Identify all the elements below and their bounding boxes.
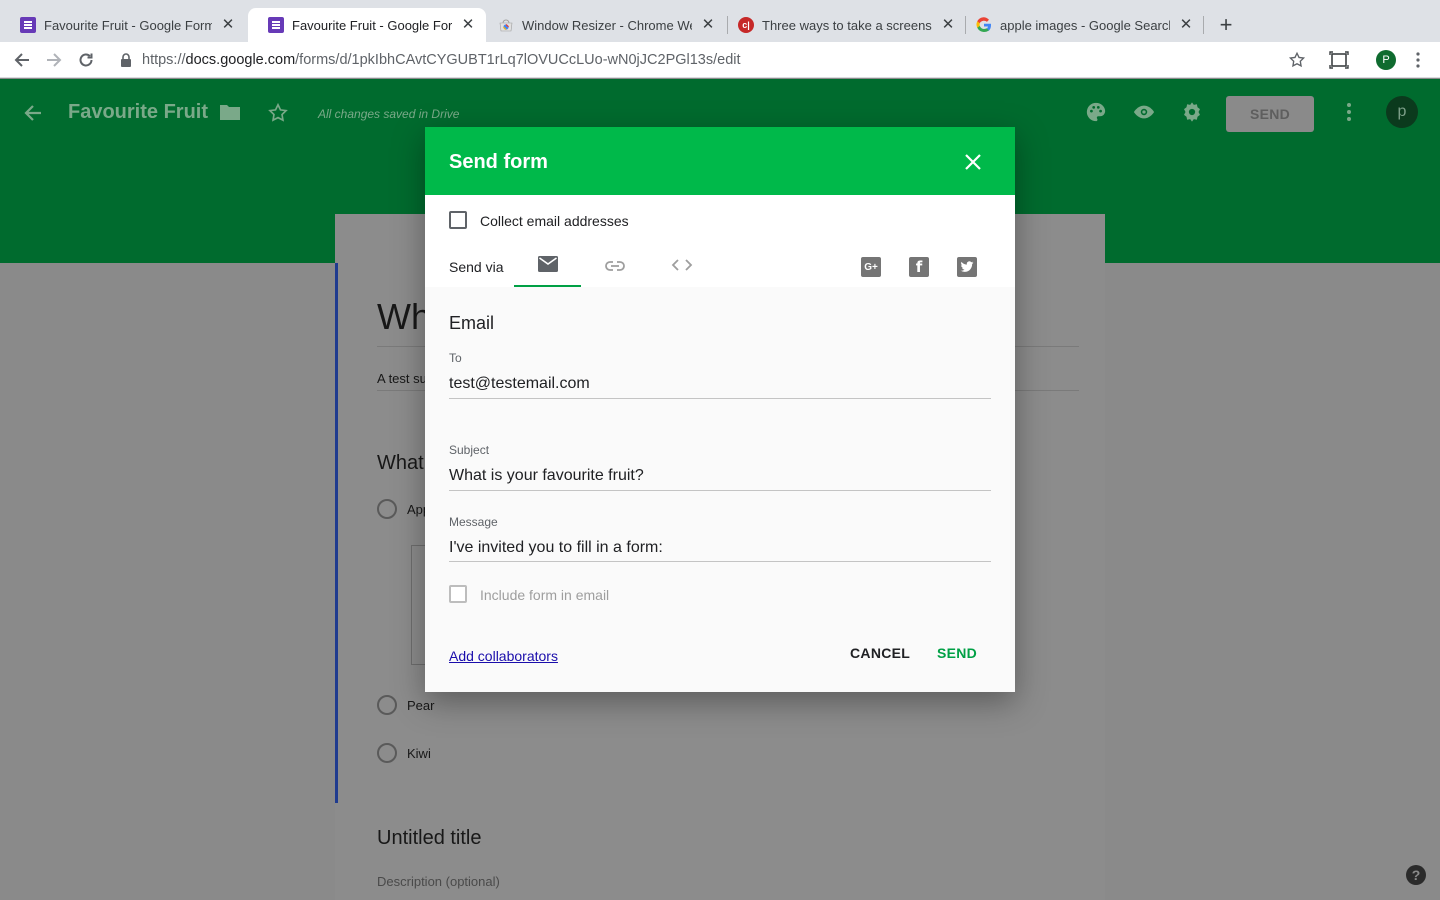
radio-option[interactable] bbox=[377, 743, 397, 763]
close-tab-icon[interactable]: ✕ bbox=[700, 17, 716, 33]
form-title-partial[interactable]: Wh bbox=[377, 296, 431, 338]
forward-arrow-icon[interactable] bbox=[42, 48, 66, 72]
lock-icon[interactable] bbox=[118, 52, 134, 68]
chrome-webstore-icon bbox=[498, 17, 514, 33]
option-label[interactable]: Pear bbox=[407, 698, 434, 713]
description-underline bbox=[377, 390, 425, 391]
section-title[interactable]: Untitled title bbox=[377, 827, 482, 850]
radio-option[interactable] bbox=[377, 499, 397, 519]
reload-icon[interactable] bbox=[74, 48, 98, 72]
close-tab-icon[interactable]: ✕ bbox=[460, 17, 476, 33]
add-collaborators-link[interactable]: Add collaborators bbox=[449, 648, 558, 664]
tab-title: Window Resizer - Chrome Web Store bbox=[522, 17, 692, 33]
title-underline bbox=[1015, 346, 1079, 347]
message-label: Message bbox=[449, 515, 498, 529]
to-label: To bbox=[449, 351, 462, 365]
more-options-icon[interactable] bbox=[1346, 102, 1352, 127]
send-button[interactable]: SEND bbox=[1226, 96, 1314, 132]
radio-option[interactable] bbox=[377, 695, 397, 715]
section-description-placeholder[interactable]: Description (optional) bbox=[377, 874, 500, 889]
tab-title: Favourite Fruit - Google Forms bbox=[44, 17, 212, 33]
send-via-label: Send via bbox=[449, 259, 504, 275]
collect-email-label[interactable]: Collect email addresses bbox=[480, 213, 629, 229]
subject-field-underline bbox=[449, 490, 991, 491]
to-field[interactable]: test@testemail.com bbox=[449, 375, 590, 393]
window-resizer-extension-icon[interactable] bbox=[1327, 48, 1351, 72]
preview-eye-icon[interactable] bbox=[1132, 101, 1156, 128]
forms-icon bbox=[268, 17, 284, 33]
email-icon bbox=[537, 256, 558, 277]
browser-tab[interactable]: Window Resizer - Chrome Web Store ✕ bbox=[478, 8, 726, 42]
browser-tab-active[interactable]: Favourite Fruit - Google Forms ✕ bbox=[248, 8, 486, 42]
facebook-icon[interactable]: f bbox=[909, 257, 929, 277]
browser-tab[interactable]: c| Three ways to take a screenshot ✕ bbox=[718, 8, 966, 42]
twitter-icon[interactable] bbox=[957, 257, 977, 277]
cancel-button[interactable]: CANCEL bbox=[850, 645, 910, 661]
title-underline bbox=[377, 346, 425, 347]
close-icon[interactable] bbox=[963, 152, 983, 172]
to-field-underline bbox=[449, 398, 991, 399]
dialog-header: Send form bbox=[425, 127, 1015, 195]
include-form-label[interactable]: Include form in email bbox=[480, 587, 609, 603]
collect-email-checkbox[interactable] bbox=[449, 211, 467, 229]
subject-label: Subject bbox=[449, 443, 490, 457]
browser-tab[interactable]: apple images - Google Search ✕ bbox=[956, 8, 1204, 42]
palette-icon[interactable] bbox=[1085, 101, 1107, 128]
dialog-title: Send form bbox=[449, 151, 548, 173]
form-description-partial[interactable]: A test su bbox=[377, 371, 427, 386]
browser-profile-avatar[interactable]: P bbox=[1376, 50, 1396, 70]
browser-toolbar: https://docs.google.com/forms/d/1pkIbhCA… bbox=[0, 42, 1440, 78]
send-via-embed-tab[interactable] bbox=[648, 248, 715, 287]
settings-gear-icon[interactable] bbox=[1181, 101, 1203, 128]
tab-separator bbox=[1203, 16, 1204, 34]
tab-title: Favourite Fruit - Google Forms bbox=[292, 17, 452, 33]
browser-tab[interactable]: Favourite Fruit - Google Forms ✕ bbox=[0, 8, 246, 42]
help-icon[interactable]: ? bbox=[1406, 865, 1426, 885]
description-underline bbox=[1015, 390, 1079, 391]
back-arrow-icon[interactable] bbox=[22, 102, 44, 129]
option-label[interactable]: Kiwi bbox=[407, 746, 431, 761]
user-avatar[interactable]: p bbox=[1386, 96, 1418, 128]
address-bar[interactable]: https://docs.google.com/forms/d/1pkIbhCA… bbox=[110, 45, 1320, 75]
send-form-dialog: Send form Collect email addresses Send v… bbox=[425, 127, 1015, 692]
google-icon bbox=[976, 17, 992, 33]
send-button[interactable]: SEND bbox=[937, 645, 977, 661]
close-tab-icon[interactable]: ✕ bbox=[220, 17, 236, 33]
browser-menu-icon[interactable] bbox=[1406, 48, 1430, 72]
folder-icon[interactable] bbox=[219, 103, 241, 126]
send-via-link-tab[interactable] bbox=[581, 248, 648, 287]
forms-icon bbox=[20, 17, 36, 33]
link-icon bbox=[604, 259, 626, 277]
include-form-checkbox[interactable] bbox=[449, 585, 467, 603]
email-section-title: Email bbox=[449, 313, 495, 333]
tab-title: Three ways to take a screenshot bbox=[762, 17, 932, 33]
bookmark-star-icon[interactable] bbox=[1285, 48, 1309, 72]
save-status: All changes saved in Drive bbox=[318, 107, 460, 121]
new-tab-button[interactable]: + bbox=[1214, 14, 1238, 38]
close-tab-icon[interactable]: ✕ bbox=[940, 17, 956, 33]
url-text: https://docs.google.com/forms/d/1pkIbhCA… bbox=[142, 52, 741, 68]
subject-field[interactable]: What is your favourite fruit? bbox=[449, 467, 644, 485]
form-title[interactable]: Favourite Fruit bbox=[68, 101, 208, 124]
message-field[interactable]: I've invited you to fill in a form: bbox=[449, 539, 663, 557]
question-title-partial[interactable]: What bbox=[377, 452, 424, 475]
star-icon[interactable] bbox=[267, 102, 289, 129]
back-arrow-icon[interactable] bbox=[10, 48, 34, 72]
send-via-email-tab[interactable] bbox=[514, 248, 581, 287]
embed-icon bbox=[671, 258, 693, 277]
google-plus-icon[interactable]: G+ bbox=[861, 257, 881, 277]
browser-tab-strip: Favourite Fruit - Google Forms ✕ Favouri… bbox=[0, 0, 1440, 42]
message-field-underline bbox=[449, 561, 991, 562]
close-tab-icon[interactable]: ✕ bbox=[1178, 17, 1194, 33]
tab-title: apple images - Google Search bbox=[1000, 17, 1170, 33]
red-circle-icon: c| bbox=[738, 17, 754, 33]
